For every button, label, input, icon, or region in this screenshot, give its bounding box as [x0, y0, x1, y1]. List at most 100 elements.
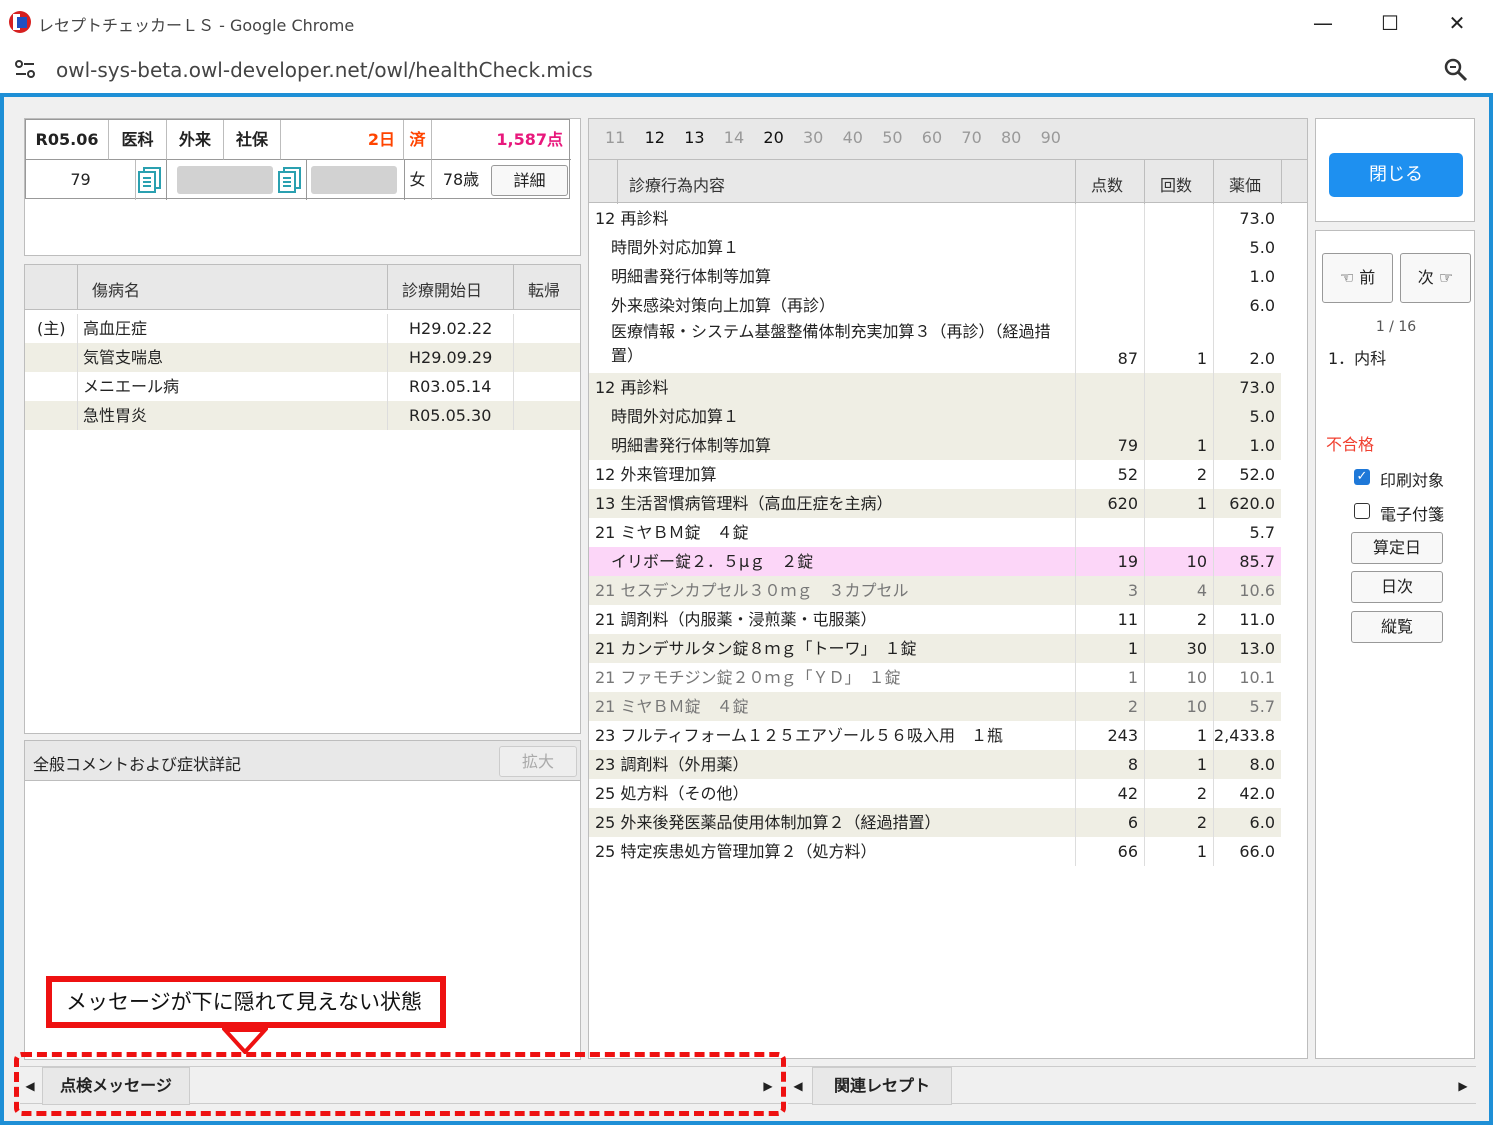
- treatment-row[interactable]: 12 外来管理加算 52 2 52.0: [589, 460, 1281, 489]
- category-tab-70[interactable]: 70: [961, 128, 981, 147]
- treatment-row[interactable]: 25 特定疾患処方管理加算２（処方料） 66 1 66.0: [589, 837, 1281, 866]
- treatment-row[interactable]: 明細書発行体制等加算 79 1 1.0: [589, 431, 1281, 460]
- treatment-text: 21 ミヤＢＭ錠 ４錠: [595, 692, 1075, 721]
- copy-document-icon[interactable]: [276, 166, 306, 194]
- col-start-date[interactable]: 診療開始日: [402, 277, 482, 301]
- treatment-row[interactable]: 25 処方料（その他） 42 2 42.0: [589, 779, 1281, 808]
- treatment-row[interactable]: 21 ファモチジン錠２０ｍｇ「ＹＤ」 １錠 1 10 10.1: [589, 663, 1281, 692]
- zoom-icon[interactable]: [1442, 56, 1470, 84]
- annotation-callout: メッセージが下に隠れて見えない状態: [46, 976, 446, 1028]
- category-tab-40[interactable]: 40: [843, 128, 863, 147]
- treatment-row[interactable]: 時間外対応加算１ 5.0: [589, 402, 1281, 431]
- treatment-text: 13 生活習慣病管理料（高血圧症を主病）: [595, 489, 1075, 518]
- treatment-points: 79: [1117, 436, 1138, 455]
- disease-row[interactable]: 急性胃炎 R05.05.30: [25, 401, 580, 430]
- treatment-price: 73.0: [1239, 378, 1275, 397]
- treatment-row[interactable]: 外来感染対策向上加算（再診） 6.0: [589, 291, 1281, 320]
- daily-button[interactable]: 日次: [1351, 571, 1443, 603]
- treatment-count: 2: [1196, 465, 1207, 484]
- treatment-row[interactable]: 12 再診料 73.0: [589, 204, 1281, 233]
- category-tab-30[interactable]: 30: [803, 128, 823, 147]
- category-tab-13[interactable]: 13: [684, 128, 704, 147]
- disease-start-date: R03.05.14: [409, 377, 492, 396]
- treatment-points: 42: [1117, 784, 1138, 803]
- category-tab-90[interactable]: 90: [1041, 128, 1061, 147]
- prev-button[interactable]: ☜ 前: [1322, 253, 1393, 303]
- category-tab-14[interactable]: 14: [724, 128, 744, 147]
- treatment-row[interactable]: 23 調剤料（外用薬） 8 1 8.0: [589, 750, 1281, 779]
- treatment-count: 1: [1196, 436, 1207, 455]
- treatment-price: 8.0: [1249, 755, 1275, 774]
- treatment-text-line: 21 ミヤＢＭ錠 ４錠: [595, 523, 749, 542]
- treatment-row[interactable]: 明細書発行体制等加算 1.0: [589, 262, 1281, 291]
- treatment-text-line: 明細書発行体制等加算: [595, 267, 772, 286]
- treatment-row[interactable]: 21 カンデサルタン錠８ｍｇ「トーワ」 １錠 1 30 13.0: [589, 634, 1281, 663]
- treatment-row[interactable]: イリボー錠２．５μｇ ２錠 19 10 85.7: [589, 547, 1281, 576]
- treatment-price: 10.1: [1239, 668, 1275, 687]
- col-treatment[interactable]: 診療行為内容: [629, 172, 725, 196]
- treatment-text-line: 外来感染対策向上加算（再診）: [595, 296, 836, 315]
- category-tab-20[interactable]: 20: [763, 128, 783, 147]
- treatment-price: 2.0: [1249, 349, 1275, 368]
- url-text[interactable]: owl-sys-beta.owl-developer.net/owl/healt…: [56, 58, 593, 82]
- disease-row[interactable]: (主) 高血圧症 H29.02.22: [25, 314, 580, 343]
- treatment-row[interactable]: 21 調剤料（内服薬・浸煎薬・屯服薬） 11 2 11.0: [589, 605, 1281, 634]
- e-sticky-checkbox[interactable]: [1354, 503, 1370, 519]
- detail-button[interactable]: 詳細: [491, 165, 568, 196]
- next-button[interactable]: 次 ☞: [1400, 253, 1471, 303]
- col-count[interactable]: 回数: [1160, 172, 1192, 196]
- print-target-checkbox[interactable]: ✓: [1354, 469, 1370, 485]
- treatment-points: 52: [1117, 465, 1138, 484]
- disease-row[interactable]: 気管支喘息 H29.09.29: [25, 343, 580, 372]
- close-window-button[interactable]: ✕: [1424, 0, 1490, 46]
- longitudinal-view-button[interactable]: 縦覧: [1351, 611, 1443, 643]
- category-tab-60[interactable]: 60: [922, 128, 942, 147]
- treatment-count: 10: [1186, 552, 1207, 571]
- treatment-text: 25 処方料（その他）: [595, 779, 1075, 808]
- visit-type: 外来: [167, 120, 224, 160]
- category-tab-strip: 11 12 13 14 20 30 40 50 60 70 80 90: [589, 119, 1307, 159]
- site-settings-icon[interactable]: [12, 58, 38, 80]
- treatment-row[interactable]: 23 フルティフォーム１２５エアゾール５６吸入用 １瓶 243 1 2,433.8: [589, 721, 1281, 750]
- treatment-row[interactable]: 21 ミヤＢＭ錠 ４錠 2 10 5.7: [589, 692, 1281, 721]
- treatment-row[interactable]: 25 外来後発医薬品使用体制加算２（経過措置） 6 2 6.0: [589, 808, 1281, 837]
- category-tab-80[interactable]: 80: [1001, 128, 1021, 147]
- col-price[interactable]: 薬価: [1229, 172, 1261, 196]
- close-button[interactable]: 閉じる: [1329, 153, 1463, 197]
- treatment-count: 1: [1196, 755, 1207, 774]
- expand-button[interactable]: 拡大: [499, 746, 577, 777]
- treatment-row[interactable]: 医療情報・システム基盤整備体制充実加算３（再診）（経過措 置） 87 1 2.0: [589, 320, 1281, 373]
- col-outcome[interactable]: 転帰: [528, 277, 560, 301]
- treatment-row[interactable]: 21 ミヤＢＭ錠 ４錠 5.7: [589, 518, 1281, 547]
- tab-related-receipt[interactable]: 関連レセプト: [812, 1067, 952, 1105]
- window-title: レセプトチェッカーＬＳ - Google Chrome: [38, 16, 355, 35]
- maximize-button[interactable]: ☐: [1357, 0, 1423, 46]
- treatment-row[interactable]: 12 再診料 73.0: [589, 373, 1281, 402]
- disease-name: 高血圧症: [83, 319, 148, 338]
- treatment-points: 8: [1127, 755, 1138, 774]
- disease-name: 気管支喘息: [83, 348, 164, 367]
- treatment-points: 11: [1117, 610, 1138, 629]
- minimize-button[interactable]: —: [1290, 0, 1356, 46]
- dept-list-item[interactable]: 1．内科: [1328, 345, 1386, 369]
- scroll-right-icon[interactable]: ▶: [1452, 1067, 1474, 1105]
- scroll-left-icon[interactable]: ◀: [788, 1067, 808, 1105]
- treatment-row[interactable]: 時間外対応加算１ 5.0: [589, 233, 1281, 262]
- col-disease-name[interactable]: 傷病名: [92, 277, 140, 301]
- col-points[interactable]: 点数: [1091, 172, 1123, 196]
- copy-document-icon[interactable]: [136, 166, 166, 194]
- treatment-row[interactable]: 21 セスデンカプセル３０ｍｇ ３カプセル 3 4 10.6: [589, 576, 1281, 605]
- category-tab-11[interactable]: 11: [605, 128, 625, 147]
- treatment-text-line: 13 生活習慣病管理料（高血圧症を主病）: [595, 494, 893, 513]
- treatment-row[interactable]: 13 生活習慣病管理料（高血圧症を主病） 620 1 620.0: [589, 489, 1281, 518]
- treatment-count: 2: [1196, 784, 1207, 803]
- treatment-text-line: 25 特定疾患処方管理加算２（処方料）: [595, 842, 877, 861]
- navigation-panel: ☜ 前 次 ☞ 1 / 16 1．内科 不合格 ✓ 印刷対象 電子付箋 算定日 …: [1315, 230, 1475, 1059]
- treatment-count: 2: [1196, 813, 1207, 832]
- calc-date-button[interactable]: 算定日: [1351, 532, 1443, 564]
- disease-row[interactable]: メニエール病 R03.05.14: [25, 372, 580, 401]
- treatment-text: 医療情報・システム基盤整備体制充実加算３（再診）（経過措 置）: [595, 320, 1075, 368]
- treatment-price: 66.0: [1239, 842, 1275, 861]
- category-tab-12[interactable]: 12: [645, 128, 665, 147]
- category-tab-50[interactable]: 50: [882, 128, 902, 147]
